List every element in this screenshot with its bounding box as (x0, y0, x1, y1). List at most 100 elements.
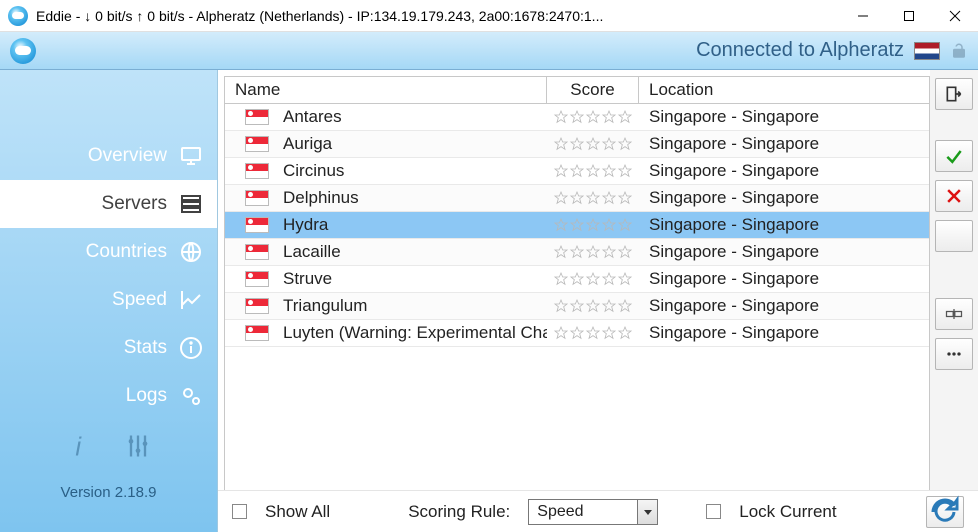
server-name: Delphinus (283, 188, 359, 208)
server-location: Singapore - Singapore (639, 269, 929, 289)
star-icon (617, 109, 633, 125)
window-title: Eddie - ↓ 0 bit/s ↑ 0 bit/s - Alpheratz … (36, 8, 840, 24)
star-icon (601, 190, 617, 206)
sidebar-item-stats[interactable]: Stats (0, 324, 217, 372)
more-button[interactable] (935, 338, 973, 370)
star-icon (569, 244, 585, 260)
sidebar-item-label: Stats (124, 337, 167, 359)
sidebar: Overview Servers Countries Speed Stats L… (0, 70, 218, 532)
table-row[interactable]: AntaresSingapore - Singapore (225, 104, 929, 131)
server-name: Lacaille (283, 242, 341, 262)
version-label: Version 2.18.9 (0, 484, 217, 501)
star-icon (601, 136, 617, 152)
rename-button[interactable] (935, 298, 973, 330)
star-icon (601, 244, 617, 260)
sidebar-item-logs[interactable]: Logs (0, 372, 217, 420)
flag-singapore-icon (245, 217, 269, 233)
sidebar-item-countries[interactable]: Countries (0, 228, 217, 276)
chart-icon (179, 288, 203, 312)
sidebar-item-speed[interactable]: Speed (0, 276, 217, 324)
server-score (547, 163, 639, 179)
server-score (547, 217, 639, 233)
star-icon (601, 217, 617, 233)
maximize-button[interactable] (886, 0, 932, 31)
cloud-icon (10, 38, 36, 64)
table-row[interactable]: Luyten (Warning: Experimental ChaCha20 c… (225, 320, 929, 347)
app-icon (8, 6, 28, 26)
column-header-name[interactable]: Name (225, 77, 547, 103)
column-header-score[interactable]: Score (547, 77, 639, 103)
server-name: Struve (283, 269, 332, 289)
star-icon (569, 163, 585, 179)
action-panel (930, 70, 978, 532)
table-row[interactable]: LacailleSingapore - Singapore (225, 239, 929, 266)
star-icon (585, 298, 601, 314)
neutral-button[interactable] (935, 220, 973, 252)
server-name: Circinus (283, 161, 344, 181)
star-icon (569, 190, 585, 206)
star-icon (617, 298, 633, 314)
star-icon (601, 271, 617, 287)
table-row[interactable]: Circinus Singapore - Singapore (225, 158, 929, 185)
star-icon (553, 217, 569, 233)
star-icon (553, 244, 569, 260)
star-icon (617, 325, 633, 341)
star-icon (569, 325, 585, 341)
close-button[interactable] (932, 0, 978, 31)
server-table: Name Score Location AntaresSingapore - S… (218, 70, 930, 532)
table-header: Name Score Location (224, 76, 930, 104)
table-row[interactable]: DelphinusSingapore - Singapore (225, 185, 929, 212)
blacklist-button[interactable] (935, 180, 973, 212)
lock-current-label: Lock Current (739, 502, 836, 522)
star-icon (617, 244, 633, 260)
server-score (547, 244, 639, 260)
show-all-checkbox[interactable] (232, 504, 247, 519)
show-all-label: Show All (265, 502, 330, 522)
svg-text:i: i (75, 433, 82, 460)
star-icon (569, 109, 585, 125)
whitelist-button[interactable] (935, 140, 973, 172)
table-row[interactable]: Struve Singapore - Singapore (225, 266, 929, 293)
scoring-rule-label: Scoring Rule: (408, 502, 510, 522)
server-name: Hydra (283, 215, 328, 235)
settings-icon[interactable] (124, 432, 152, 460)
star-icon (585, 109, 601, 125)
server-name: Antares (283, 107, 342, 127)
table-row[interactable]: AurigaSingapore - Singapore (225, 131, 929, 158)
lock-current-checkbox[interactable] (706, 504, 721, 519)
chevron-down-icon[interactable] (637, 500, 657, 524)
star-icon (553, 136, 569, 152)
refresh-button[interactable] (926, 496, 964, 528)
sidebar-item-overview[interactable]: Overview (0, 132, 217, 180)
star-icon (617, 136, 633, 152)
star-icon (601, 163, 617, 179)
star-icon (601, 298, 617, 314)
scoring-rule-combo[interactable]: Speed (528, 499, 658, 525)
flag-singapore-icon (245, 109, 269, 125)
sidebar-item-servers[interactable]: Servers (0, 180, 217, 228)
server-score (547, 271, 639, 287)
server-score (547, 109, 639, 125)
monitor-icon (179, 144, 203, 168)
table-row[interactable]: TriangulumSingapore - Singapore (225, 293, 929, 320)
star-icon (617, 163, 633, 179)
sidebar-item-label: Countries (86, 241, 167, 263)
minimize-button[interactable] (840, 0, 886, 31)
star-icon (553, 190, 569, 206)
table-row[interactable]: HydraSingapore - Singapore (225, 212, 929, 239)
flag-singapore-icon (245, 163, 269, 179)
server-location: Singapore - Singapore (639, 296, 929, 316)
sidebar-item-label: Overview (88, 145, 167, 167)
about-icon[interactable]: i (66, 432, 94, 460)
connection-status-text: Connected to Alpheratz (696, 39, 904, 62)
server-location: Singapore - Singapore (639, 134, 929, 154)
connect-button[interactable] (935, 78, 973, 110)
star-icon (569, 136, 585, 152)
star-icon (585, 163, 601, 179)
star-icon (601, 109, 617, 125)
server-location: Singapore - Singapore (639, 161, 929, 181)
star-icon (585, 190, 601, 206)
column-header-location[interactable]: Location (639, 77, 929, 103)
star-icon (569, 217, 585, 233)
star-icon (553, 163, 569, 179)
